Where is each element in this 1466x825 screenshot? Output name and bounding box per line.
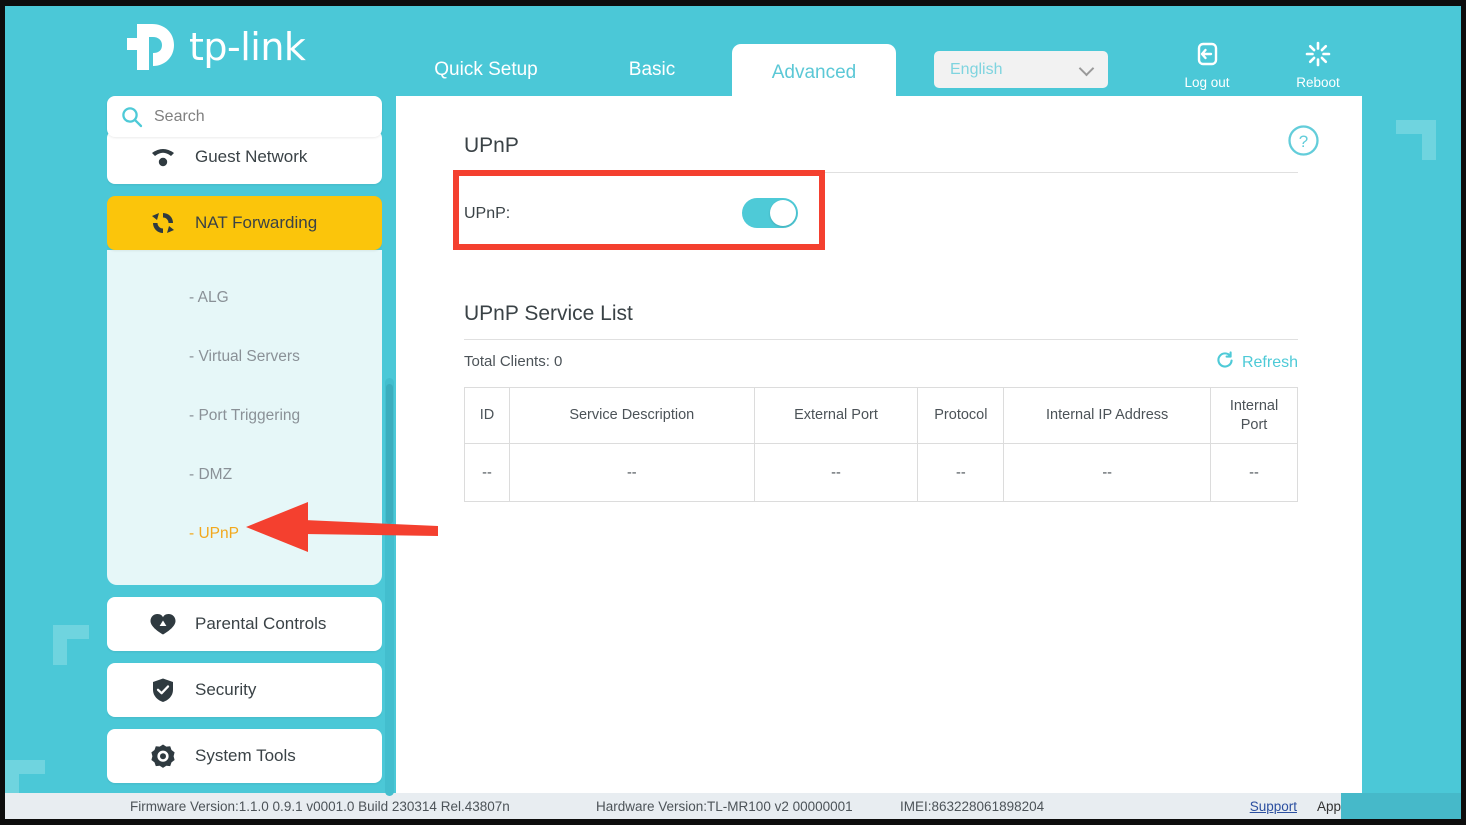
logout-icon — [1193, 42, 1221, 72]
sidebar-item-label: Security — [195, 680, 257, 699]
sidebar-subitem-port-triggering[interactable]: - Port Triggering — [107, 386, 382, 445]
sidebar-subitem-dmz[interactable]: - DMZ — [107, 445, 382, 504]
security-shield-icon — [149, 676, 177, 704]
table-header-row: ID Service Description External Port Pro… — [464, 387, 1298, 444]
sidebar-menu-scroll: Guest Network NAT Forwarding - ALG - Vir… — [107, 130, 382, 796]
table-col-id: ID — [464, 387, 510, 444]
tp-link-logo-icon — [122, 18, 180, 76]
refresh-icon — [1216, 351, 1235, 375]
svg-text:?: ? — [1299, 132, 1308, 151]
sidebar-item-security[interactable]: Security — [107, 663, 382, 717]
upnp-toggle-row: UPnP: — [464, 184, 1224, 244]
logout-label: Log out — [1184, 75, 1230, 90]
content-panel: UPnP ? UPnP: UPnP Service List Total Cli… — [396, 96, 1362, 796]
window-edge-bottom — [0, 819, 1466, 825]
table-col-protocol: Protocol — [917, 387, 1005, 444]
sidebar-subitem-virtual-servers[interactable]: - Virtual Servers — [107, 327, 382, 386]
sidebar-submenu-nat-forwarding: - ALG - Virtual Servers - Port Triggerin… — [107, 250, 382, 585]
hardware-version: Hardware Version:TL-MR100 v2 00000001 — [596, 798, 853, 814]
refresh-button[interactable]: Refresh — [1216, 351, 1298, 375]
reboot-button[interactable]: Reboot — [1280, 40, 1356, 90]
footer-bar: Firmware Version:1.1.0 0.9.1 v0001.0 Bui… — [0, 793, 1466, 819]
table-row: -- -- -- -- -- -- — [464, 443, 1298, 502]
cell-service-desc: -- — [508, 443, 755, 502]
firmware-version: Firmware Version:1.1.0 0.9.1 v0001.0 Bui… — [130, 798, 510, 814]
nat-forwarding-icon — [149, 209, 177, 237]
support-link[interactable]: Support — [1250, 799, 1297, 814]
cell-protocol: -- — [917, 443, 1005, 502]
guest-network-icon — [149, 143, 177, 171]
sidebar-item-system-tools[interactable]: System Tools — [107, 729, 382, 783]
search-icon — [121, 106, 143, 128]
sidebar-item-parental-controls[interactable]: Parental Controls — [107, 597, 382, 651]
language-select[interactable]: English — [934, 51, 1108, 88]
cell-id: -- — [464, 443, 510, 502]
imei-value: IMEI:863228061898204 — [900, 798, 1045, 814]
app-header: tp-link Quick Setup Basic Advanced Engli… — [0, 6, 1466, 102]
sidebar-scrollbar-thumb[interactable] — [386, 384, 393, 524]
upnp-row-label: UPnP: — [464, 205, 511, 222]
reboot-label: Reboot — [1296, 75, 1340, 90]
table-col-internal-port: Internal Port — [1210, 387, 1298, 444]
sidebar-item-label: Parental Controls — [195, 614, 327, 633]
sidebar-item-guest-network[interactable]: Guest Network — [107, 130, 382, 184]
search-box[interactable] — [107, 96, 382, 137]
tab-basic[interactable]: Basic — [572, 38, 732, 102]
sidebar-subitem-upnp[interactable]: - UPnP — [107, 504, 382, 563]
sidebar-item-label: System Tools — [195, 746, 296, 765]
table-col-internal-ip: Internal IP Address — [1003, 387, 1212, 444]
sidebar-item-nat-forwarding[interactable]: NAT Forwarding — [107, 196, 382, 250]
cell-external-port: -- — [753, 443, 919, 502]
window-edge-left — [0, 0, 5, 825]
footer-teal-cap — [1341, 793, 1461, 819]
cell-internal-port: -- — [1210, 443, 1298, 502]
table-col-service-desc: Service Description — [508, 387, 755, 444]
tp-link-logo: tp-link — [122, 18, 306, 76]
reboot-icon — [1304, 41, 1332, 72]
panel-divider — [464, 172, 1298, 173]
service-list-title: UPnP Service List — [464, 302, 633, 325]
chevron-down-icon — [1078, 60, 1095, 77]
cell-internal-ip: -- — [1003, 443, 1212, 502]
refresh-label: Refresh — [1241, 354, 1298, 371]
main-nav-tabs: Quick Setup Basic Advanced — [400, 38, 896, 102]
tp-link-wordmark: tp-link — [189, 25, 306, 69]
system-tools-icon — [149, 742, 177, 770]
window-edge-right — [1461, 0, 1466, 825]
upnp-toggle[interactable] — [742, 198, 798, 228]
table-col-external-port: External Port — [753, 387, 919, 444]
language-select-value: English — [950, 60, 1003, 78]
upnp-service-table: ID Service Description External Port Pro… — [464, 387, 1298, 502]
app-link[interactable]: App — [1317, 799, 1341, 814]
parental-controls-icon — [149, 610, 177, 638]
service-list-divider — [464, 339, 1298, 340]
sidebar-item-label: Guest Network — [195, 147, 308, 166]
window-edge-top — [0, 0, 1466, 6]
tab-quick-setup[interactable]: Quick Setup — [400, 38, 572, 102]
total-clients-label: Total Clients: 0 — [464, 353, 563, 370]
sidebar-scrollbar[interactable] — [385, 378, 394, 796]
upnp-toggle-knob — [770, 200, 796, 226]
logout-button[interactable]: Log out — [1169, 40, 1245, 90]
sidebar-subitem-alg[interactable]: - ALG — [107, 268, 382, 327]
sidebar: Guest Network NAT Forwarding - ALG - Vir… — [107, 96, 382, 796]
tab-advanced[interactable]: Advanced — [732, 44, 896, 102]
sidebar-item-label: NAT Forwarding — [195, 213, 318, 232]
page-title: UPnP — [464, 134, 519, 157]
search-input[interactable] — [154, 107, 354, 126]
help-icon[interactable]: ? — [1288, 125, 1319, 156]
router-admin-page: tp-link Quick Setup Basic Advanced Engli… — [0, 0, 1466, 825]
